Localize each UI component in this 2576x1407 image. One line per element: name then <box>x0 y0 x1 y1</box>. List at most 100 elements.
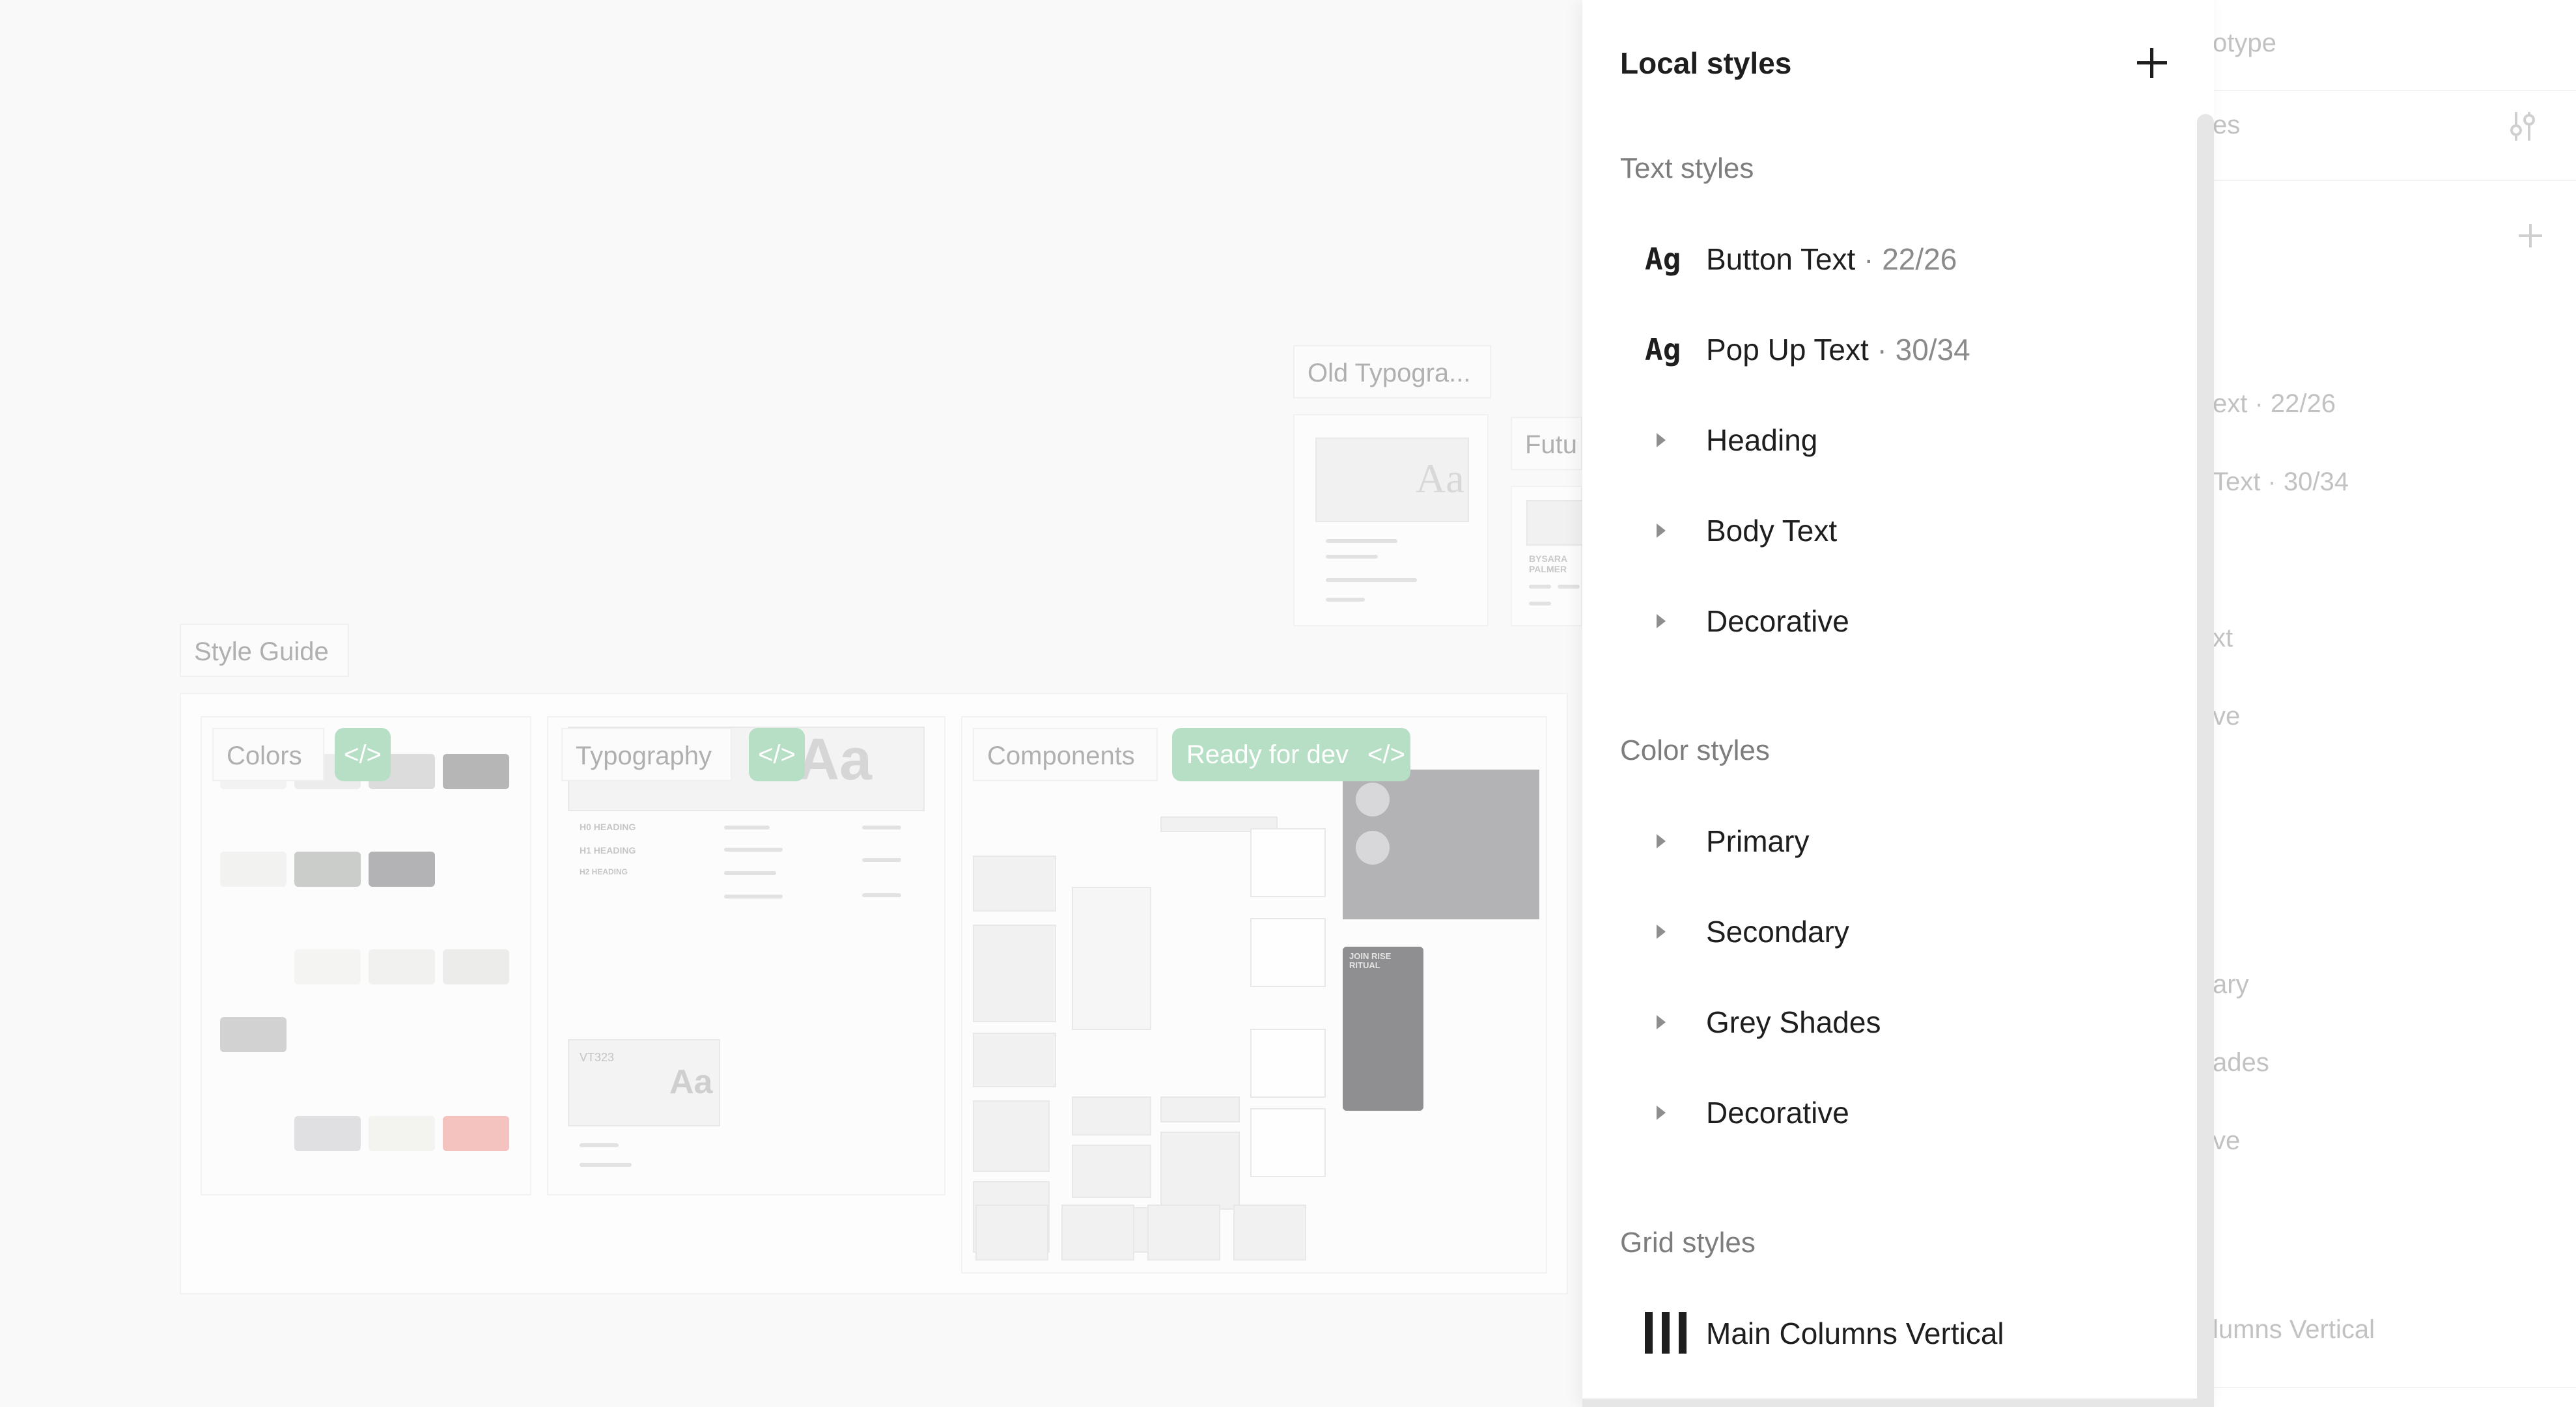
logo-mark <box>1356 783 1390 816</box>
image-placeholder <box>1343 770 1539 919</box>
frame-label-typography[interactable]: Typography <box>561 728 732 781</box>
component-thumb <box>1061 1205 1134 1261</box>
text-style-pop-up-text[interactable]: Ag Pop Up Text · 30/34 <box>1608 314 2149 385</box>
plus-icon[interactable] <box>2516 221 2545 250</box>
text-line <box>1529 585 1551 589</box>
style-group-primary[interactable]: Primary <box>1608 805 2149 877</box>
local-styles-panel: Local styles Text styles Ag Button Text … <box>1582 0 2214 1407</box>
component-thumb <box>1233 1205 1306 1261</box>
group-label: Secondary <box>1706 915 1849 949</box>
frame-label-colors[interactable]: Colors <box>212 728 324 781</box>
style-group-decorative-text[interactable]: Decorative <box>1608 585 2149 657</box>
style-label: Main Columns Vertical <box>1706 1316 2004 1350</box>
component-thumb <box>975 1205 1048 1261</box>
code-badge-colors[interactable]: </> <box>335 728 391 781</box>
component-thumb <box>1072 1145 1151 1198</box>
text-line <box>862 893 901 897</box>
color-swatch <box>369 852 435 887</box>
frame-label-old-typography[interactable]: Old Typogra... <box>1293 345 1491 398</box>
scrollbar[interactable] <box>2197 114 2214 1407</box>
caret-right-icon[interactable] <box>1657 1106 1666 1120</box>
caret-right-icon[interactable] <box>1657 433 1666 447</box>
component-thumb <box>1160 1132 1240 1210</box>
frame-components[interactable]: JOIN RISE RITUAL <box>961 716 1547 1274</box>
frame-colors[interactable] <box>201 716 531 1195</box>
heading-sample: H1 HEADING <box>580 845 636 856</box>
panel-fragment: ve <box>2213 1126 2241 1155</box>
component-thumb <box>973 1033 1056 1087</box>
text-line <box>724 895 783 899</box>
text-line <box>580 1163 632 1167</box>
caret-right-icon[interactable] <box>1657 925 1666 939</box>
caret-right-icon[interactable] <box>1657 523 1666 538</box>
color-swatch <box>220 852 287 887</box>
group-label: Decorative <box>1706 604 1849 638</box>
style-group-heading[interactable]: Heading <box>1608 404 2149 476</box>
adjust-icon[interactable] <box>2503 107 2542 146</box>
color-swatch <box>294 949 361 984</box>
color-swatch <box>369 949 435 984</box>
component-thumb <box>1072 1096 1151 1135</box>
grid-style-main-columns-vertical[interactable]: Main Columns Vertical <box>1608 1298 2149 1369</box>
text-line <box>1326 539 1397 543</box>
text-style-button-text[interactable]: Ag Button Text · 22/26 <box>1608 223 2149 295</box>
component-thumb <box>1147 1205 1220 1261</box>
caret-right-icon[interactable] <box>1657 614 1666 628</box>
section-header-color-styles: Color styles <box>1620 734 1770 766</box>
mobile-mockup: JOIN RISE RITUAL <box>1343 947 1423 1111</box>
panel-fragment: Text · 30/34 <box>2213 467 2349 496</box>
frame-label-components[interactable]: Components <box>973 728 1158 781</box>
color-swatch <box>369 1116 435 1151</box>
style-group-decorative-color[interactable]: Decorative <box>1608 1077 2149 1149</box>
panel-fragment: es <box>2213 111 2241 139</box>
properties-panel: otype es ext · 22/26 Text · 30/34 xt ve … <box>2207 0 2576 1407</box>
style-group-grey-shades[interactable]: Grey Shades <box>1608 986 2149 1058</box>
frame-label-style-guide[interactable]: Style Guide <box>180 624 349 677</box>
style-label: Button Text · 22/26 <box>1706 242 1957 276</box>
style-group-body-text[interactable]: Body Text <box>1608 495 2149 566</box>
color-swatch <box>294 852 361 887</box>
component-thumb <box>973 856 1056 912</box>
panel-fragment: ades <box>2213 1048 2269 1077</box>
text-line <box>862 826 901 829</box>
frame-label-future[interactable]: Futu <box>1511 417 1582 470</box>
text-line <box>724 826 770 829</box>
ready-for-dev-badge[interactable]: Ready for dev </> <box>1172 728 1410 781</box>
divider <box>2207 90 2576 91</box>
aa-glyph: Aa <box>797 727 873 792</box>
text-line <box>1558 585 1580 589</box>
text-line <box>1326 598 1365 602</box>
group-label: Decorative <box>1706 1096 1849 1130</box>
caret-right-icon[interactable] <box>1657 834 1666 848</box>
text-line <box>724 871 776 875</box>
style-group-secondary[interactable]: Secondary <box>1608 896 2149 968</box>
color-swatch <box>443 754 509 789</box>
component-thumb <box>973 925 1056 1022</box>
text-style-icon: Ag <box>1645 332 1681 367</box>
create-style-button[interactable] <box>2132 43 2171 82</box>
font-card-label: VT323 <box>580 1051 615 1064</box>
component-thumb <box>1250 918 1326 987</box>
frame-future[interactable]: BYSARA PALMER <box>1511 486 1584 626</box>
group-label: Heading <box>1706 423 1818 457</box>
design-canvas[interactable]: Old Typogra... Aa Futu BYSARA PALMER Sty… <box>0 0 1584 1407</box>
color-swatch <box>443 1116 509 1151</box>
text-style-icon: Ag <box>1645 242 1681 277</box>
text-line <box>1529 602 1551 606</box>
caret-right-icon[interactable] <box>1657 1015 1666 1029</box>
divider <box>2207 1387 2576 1388</box>
aa-glyph: Aa <box>1416 455 1464 501</box>
mockup-title: JOIN RISE RITUAL <box>1349 951 1392 970</box>
code-badge-typography[interactable]: </> <box>749 728 805 781</box>
text-line <box>1326 578 1417 582</box>
component-thumb <box>973 1100 1050 1172</box>
heading-sample: H0 HEADING <box>580 822 636 832</box>
frame-old-typography[interactable]: Aa <box>1293 414 1489 626</box>
text-line <box>1326 555 1378 559</box>
panel-title: Local styles <box>1620 46 1792 80</box>
component-thumb <box>1160 1096 1240 1122</box>
color-swatch <box>443 949 509 984</box>
frame-typography[interactable]: Aa H0 HEADING H1 HEADING H2 HEADING VT32… <box>547 716 945 1195</box>
tab-prototype-fragment[interactable]: otype <box>2213 29 2276 58</box>
group-label: Primary <box>1706 824 1810 858</box>
